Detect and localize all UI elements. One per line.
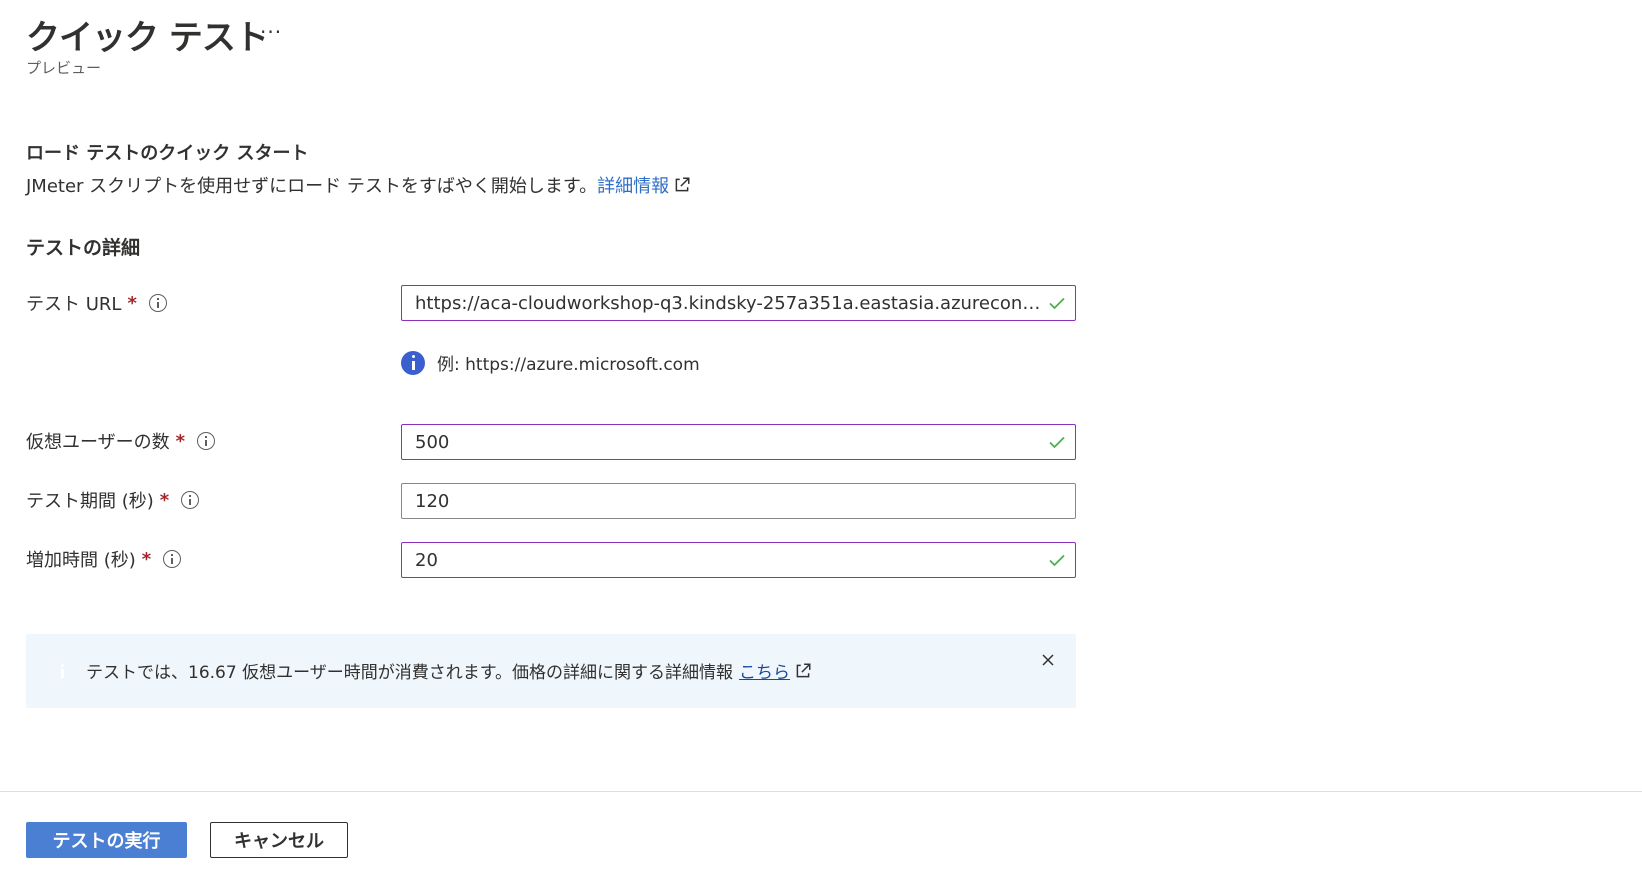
test-duration-label: テスト期間 (秒) * <box>26 487 200 513</box>
required-indicator: * <box>141 548 152 570</box>
url-hint-text: 例: https://azure.microsoft.com <box>437 355 700 375</box>
ramp-up-time-label-text: 増加時間 (秒) <box>26 550 136 571</box>
check-icon <box>1049 554 1065 567</box>
required-indicator: * <box>159 489 170 511</box>
info-icon[interactable] <box>163 550 182 568</box>
run-test-button[interactable]: テストの実行 <box>26 822 187 858</box>
info-icon[interactable] <box>197 432 216 450</box>
page-title: クイック テスト <box>26 18 269 58</box>
ramp-up-time-input[interactable]: 20 <box>401 542 1076 578</box>
test-url-input[interactable]: https://aca-cloudworkshop-q3.kindsky-257… <box>401 285 1076 321</box>
learn-more-link[interactable]: 詳細情報 <box>597 176 691 197</box>
info-icon[interactable] <box>148 294 167 312</box>
check-icon <box>1049 297 1065 310</box>
test-details-heading: テストの詳細 <box>26 237 141 259</box>
more-options-button[interactable]: ··· <box>260 20 282 44</box>
test-url-label: テスト URL * <box>26 290 167 316</box>
virtual-users-value: 500 <box>415 431 450 453</box>
required-indicator: * <box>127 292 137 314</box>
quickstart-description-text: JMeter スクリプトを使用せずにロード テストをすばやく開始します。 <box>26 176 598 197</box>
test-url-label-text: テスト URL <box>26 294 122 315</box>
url-hint: 例: https://azure.microsoft.com <box>401 350 700 375</box>
quickstart-heading: ロード テストのクイック スタート <box>26 143 309 164</box>
info-icon[interactable] <box>181 491 200 509</box>
test-duration-value: 120 <box>415 490 450 512</box>
banner-message-text: テストでは、16.67 仮想ユーザー時間が消費されます。価格の詳細に関する詳細情… <box>86 663 734 683</box>
close-icon[interactable] <box>1038 650 1058 670</box>
ramp-up-time-label: 増加時間 (秒) * <box>26 546 182 572</box>
cost-info-banner: テストでは、16.67 仮想ユーザー時間が消費されます。価格の詳細に関する詳細情… <box>26 634 1076 708</box>
info-icon <box>401 350 425 375</box>
pricing-details-link[interactable]: こちら <box>739 658 790 683</box>
test-duration-label-text: テスト期間 (秒) <box>26 491 154 512</box>
virtual-users-input[interactable]: 500 <box>401 424 1076 460</box>
test-url-value: https://aca-cloudworkshop-q3.kindsky-257… <box>415 292 1041 314</box>
external-link-icon <box>796 663 811 677</box>
virtual-users-label-text: 仮想ユーザーの数 <box>26 432 170 453</box>
quickstart-description: JMeter スクリプトを使用せずにロード テストをすばやく開始します。詳細情報 <box>26 172 691 198</box>
check-icon <box>1049 436 1065 449</box>
cancel-button[interactable]: キャンセル <box>210 822 348 858</box>
ramp-up-time-value: 20 <box>415 549 438 571</box>
footer-divider <box>0 791 1642 792</box>
external-link-icon <box>675 177 690 192</box>
virtual-users-label: 仮想ユーザーの数 * <box>26 428 216 454</box>
learn-more-link-label: 詳細情報 <box>597 176 670 197</box>
page-subtitle: プレビュー <box>26 59 102 77</box>
banner-message: テストでは、16.67 仮想ユーザー時間が消費されます。価格の詳細に関する詳細情… <box>86 658 812 683</box>
test-duration-input[interactable]: 120 <box>401 483 1076 519</box>
required-indicator: * <box>175 430 186 452</box>
